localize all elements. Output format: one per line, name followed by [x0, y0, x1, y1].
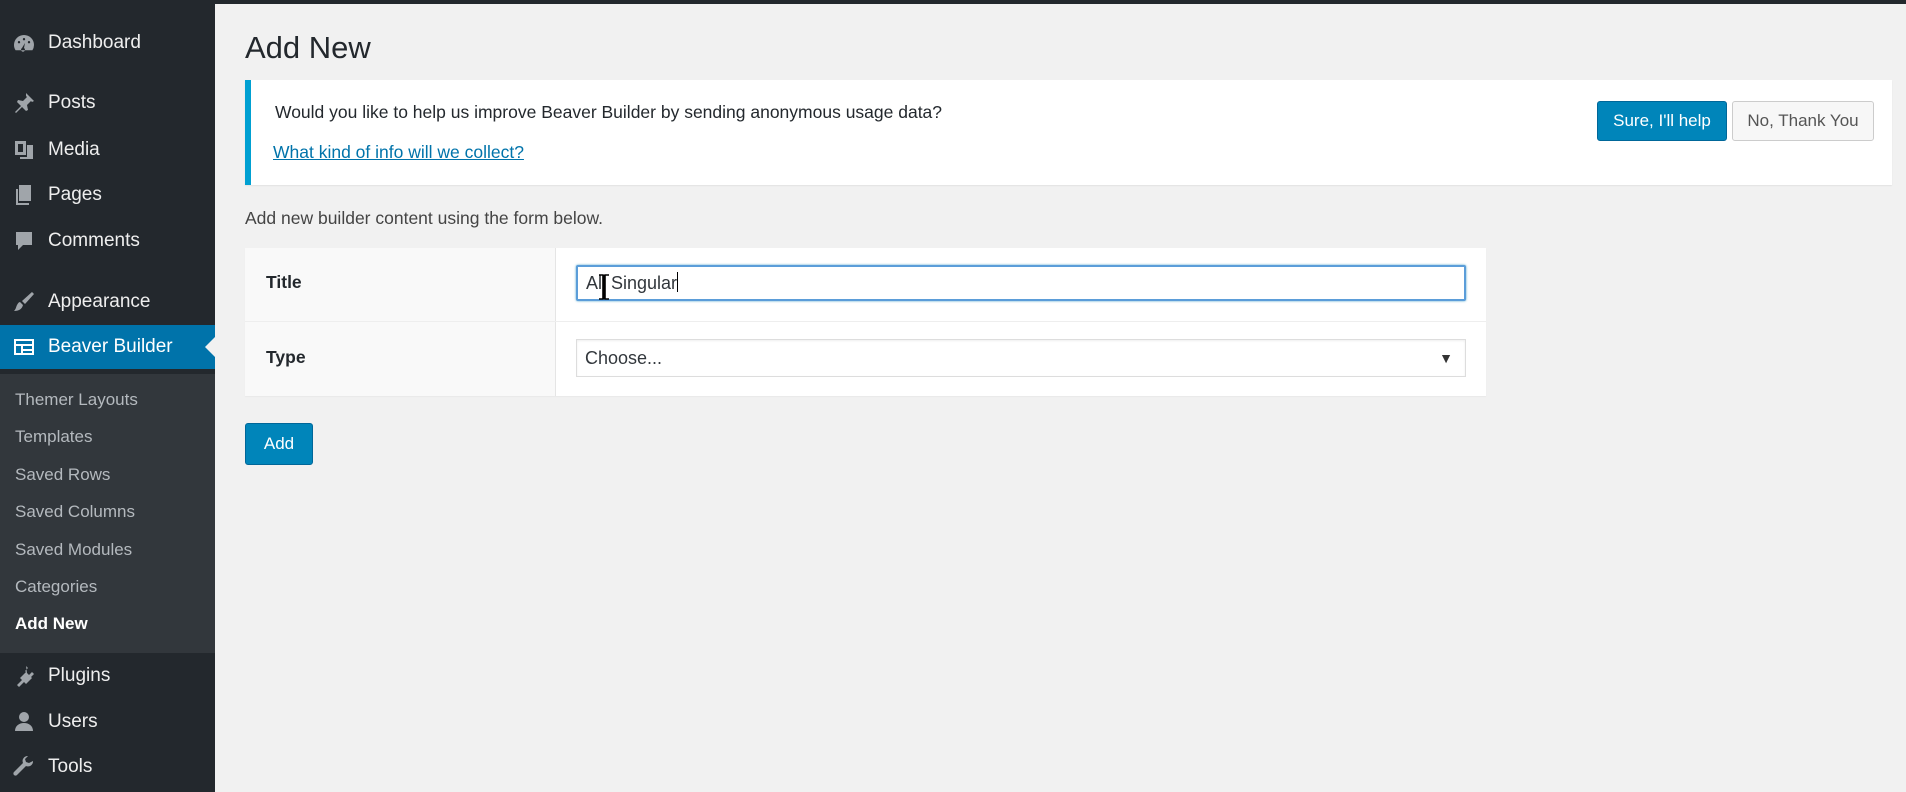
sidebar-item-comments[interactable]: Comments	[0, 219, 215, 263]
sidebar-item-posts[interactable]: Posts	[0, 81, 215, 125]
title-input[interactable]: All Singular	[576, 265, 1466, 301]
media-icon	[10, 136, 38, 164]
user-icon	[10, 708, 38, 736]
sidebar-item-users[interactable]: Users	[0, 700, 215, 744]
submenu-item-templates[interactable]: Templates	[15, 427, 92, 447]
sidebar-item-label: Pages	[48, 184, 102, 205]
plugin-icon	[10, 662, 38, 690]
admin-sidebar: Dashboard Posts Media Pages Comments App…	[0, 0, 215, 792]
sidebar-item-label: Beaver Builder	[48, 336, 173, 357]
submenu-item-themer-layouts[interactable]: Themer Layouts	[15, 390, 138, 410]
sidebar-item-label: Posts	[48, 92, 96, 113]
submenu-item-add-new[interactable]: Add New	[15, 614, 88, 634]
beaver-builder-icon	[10, 333, 38, 361]
top-admin-bar	[0, 0, 1906, 4]
sidebar-item-label: Appearance	[48, 291, 151, 312]
wrench-icon	[10, 753, 38, 781]
form-label-column	[245, 248, 556, 396]
sidebar-item-media[interactable]: Media	[0, 128, 215, 172]
sidebar-item-label: Plugins	[48, 665, 111, 686]
dropdown-arrow-icon: ▼	[1439, 350, 1453, 366]
submenu-item-saved-modules[interactable]: Saved Modules	[15, 540, 132, 560]
pushpin-icon	[10, 89, 38, 117]
sidebar-item-tools[interactable]: Tools	[0, 745, 215, 789]
sidebar-item-plugins[interactable]: Plugins	[0, 654, 215, 698]
decline-usage-button[interactable]: No, Thank You	[1732, 101, 1874, 141]
text-caret	[677, 272, 679, 292]
sidebar-item-appearance[interactable]: Appearance	[0, 280, 215, 324]
accept-usage-button[interactable]: Sure, I'll help	[1597, 101, 1727, 141]
current-menu-arrow	[205, 337, 215, 357]
submenu-item-categories[interactable]: Categories	[15, 577, 97, 597]
sidebar-item-label: Comments	[48, 230, 140, 251]
add-button[interactable]: Add	[245, 423, 313, 465]
sidebar-item-label: Dashboard	[48, 32, 141, 53]
sidebar-item-pages[interactable]: Pages	[0, 173, 215, 217]
submenu-item-saved-columns[interactable]: Saved Columns	[15, 502, 135, 522]
dashboard-icon	[10, 29, 38, 57]
notice-message: Would you like to help us improve Beaver…	[275, 102, 943, 122]
paintbrush-icon	[10, 288, 38, 316]
type-select-value: Choose...	[585, 348, 663, 368]
usage-data-notice: Would you like to help us improve Beaver…	[245, 80, 1892, 185]
page-title: Add New	[245, 30, 371, 65]
add-new-form: Title All Singular Type Choose... ▼	[245, 248, 1486, 396]
type-select[interactable]: Choose... ▼	[576, 339, 1466, 377]
form-intro-text: Add new builder content using the form b…	[245, 208, 603, 228]
sidebar-item-label: Media	[48, 139, 100, 160]
text-cursor-icon	[598, 274, 610, 300]
collected-info-link[interactable]: What kind of info will we collect?	[273, 142, 524, 163]
type-label: Type	[266, 347, 306, 367]
comment-icon	[10, 227, 38, 255]
beaver-builder-submenu: Themer Layouts Templates Saved Rows Save…	[0, 374, 215, 653]
form-row-divider	[245, 321, 1486, 322]
pages-icon	[10, 181, 38, 209]
sidebar-item-label: Tools	[48, 756, 93, 777]
title-label: Title	[266, 272, 302, 292]
submenu-item-saved-rows[interactable]: Saved Rows	[15, 465, 110, 485]
sidebar-item-dashboard[interactable]: Dashboard	[0, 21, 215, 65]
sidebar-item-beaver-builder[interactable]: Beaver Builder	[0, 325, 215, 369]
sidebar-item-label: Users	[48, 711, 98, 732]
